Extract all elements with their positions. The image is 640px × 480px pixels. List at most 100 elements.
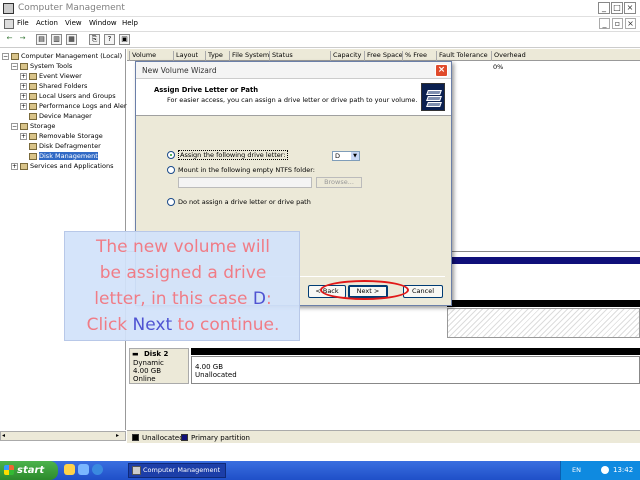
column-header-file-system[interactable]: File System — [229, 51, 269, 61]
child-close-button[interactable]: × — [625, 18, 636, 29]
callout-line-4: Click Next to continue. — [86, 315, 280, 335]
expand-icon[interactable]: + — [20, 92, 27, 100]
taskbar-task-computer-management[interactable]: Computer Management — [128, 463, 226, 478]
tree-item-system-tools[interactable]: − System Tools — [11, 62, 72, 71]
quicklaunch-folder-icon[interactable] — [64, 464, 75, 475]
dialog-close-button[interactable]: × — [435, 64, 448, 77]
tree-item-disk-defragmenter[interactable]: Disk Defragmenter — [20, 142, 101, 151]
minimize-button[interactable]: _ — [598, 2, 610, 14]
quicklaunch-desktop-icon[interactable] — [78, 464, 89, 475]
dialog-heading: Assign Drive Letter or Path — [154, 86, 259, 94]
column-header-free-space[interactable]: Free Space — [364, 51, 403, 61]
network-icon[interactable] — [601, 466, 609, 474]
tree-node-icon — [20, 122, 28, 130]
menu-window[interactable]: Window — [89, 19, 117, 27]
overhead-value: 0% — [493, 63, 504, 71]
tree-item-label: Shared Folders — [39, 82, 88, 90]
child-restore-button[interactable]: ▫ — [612, 18, 623, 29]
collapse-icon[interactable]: − — [2, 52, 9, 60]
forward-arrow-icon[interactable]: → — [17, 34, 28, 45]
tree-node-icon — [20, 62, 28, 70]
disk2-status: Online — [133, 375, 156, 383]
legend-bar: Unallocated Primary partition — [127, 430, 640, 443]
clock[interactable]: 13:42 — [613, 466, 633, 474]
tree-item-services-and-applications[interactable]: + Services and Applications — [11, 162, 113, 171]
cancel-button[interactable]: Cancel — [403, 285, 443, 298]
tree-item-label: Device Manager — [39, 112, 92, 120]
column-header-overhead[interactable]: Overhead — [491, 51, 526, 61]
disk2-unallocated-region[interactable]: 4.00 GB Unallocated — [191, 356, 640, 384]
window-titlebar: Computer Management _ □ × — [0, 0, 640, 17]
option-no-drive-letter[interactable]: Do not assign a drive letter or drive pa… — [167, 198, 311, 207]
tutorial-callout: The new volume will be assigned a drive … — [64, 231, 300, 341]
column-header-layout[interactable]: Layout — [173, 51, 198, 61]
quicklaunch-browser-icon[interactable] — [92, 464, 103, 475]
column-header--free[interactable]: % Free — [402, 51, 427, 61]
drive-letter-select[interactable]: D ▼ — [332, 151, 360, 161]
callout-line-3: letter, in this case D: — [94, 289, 272, 309]
app-menu-icon[interactable] — [4, 19, 14, 29]
radio-none-icon[interactable] — [167, 198, 175, 206]
tree-item-performance-logs-and-alerts[interactable]: + Performance Logs and Alerts — [20, 102, 132, 111]
ntfs-folder-path-input[interactable] — [178, 177, 312, 188]
callout-next: Next — [132, 315, 173, 335]
next-button-highlight-ellipse — [320, 280, 409, 300]
menu-action[interactable]: Action — [36, 19, 58, 27]
properties-icon[interactable]: ▦ — [66, 34, 77, 45]
option-mount-ntfs-folder[interactable]: Mount in the following empty NTFS folder… — [167, 166, 315, 175]
column-header-capacity[interactable]: Capacity — [330, 51, 361, 61]
expand-icon[interactable]: + — [20, 102, 27, 110]
column-header-status[interactable]: Status — [269, 51, 293, 61]
tree-item-event-viewer[interactable]: + Event Viewer — [20, 72, 82, 81]
collapse-icon[interactable]: − — [11, 62, 18, 70]
radio-mount-icon[interactable] — [167, 166, 175, 174]
column-header-volume[interactable]: Volume — [129, 51, 156, 61]
scroll-right-arrow-icon[interactable]: ▸ — [116, 433, 123, 440]
expand-icon[interactable]: + — [20, 72, 27, 80]
legend-unallocated: Unallocated — [142, 434, 184, 442]
collapse-icon[interactable]: − — [11, 122, 18, 130]
chevron-down-icon[interactable]: ▼ — [351, 152, 359, 160]
dialog-titlebar[interactable]: New Volume Wizard × — [136, 62, 451, 79]
menu-help[interactable]: Help — [122, 19, 138, 27]
help-icon[interactable]: ? — [104, 34, 115, 45]
tree-item-device-manager[interactable]: Device Manager — [20, 112, 92, 121]
column-header-fault-tolerance[interactable]: Fault Tolerance — [436, 51, 488, 61]
back-arrow-icon[interactable]: ← — [4, 34, 15, 45]
expand-icon[interactable]: + — [11, 162, 18, 170]
column-header-type[interactable]: Type — [205, 51, 223, 61]
tree-item-removable-storage[interactable]: + Removable Storage — [20, 132, 103, 141]
tree-item-shared-folders[interactable]: + Shared Folders — [20, 82, 87, 91]
disk2-label-panel[interactable]: ▬ Disk 2 Dynamic 4.00 GB Online — [129, 348, 189, 384]
expand-icon[interactable]: + — [20, 132, 27, 140]
expand-icon[interactable]: + — [20, 82, 27, 90]
show-tree-icon[interactable]: ▥ — [51, 34, 62, 45]
tree-item-local-users-and-groups[interactable]: + Local Users and Groups — [20, 92, 116, 101]
tree-node-icon — [29, 102, 37, 110]
tree-item-label: Disk Defragmenter — [39, 142, 101, 150]
tree-item-storage[interactable]: − Storage — [11, 122, 55, 131]
dialog-subheading: For easier access, you can assign a driv… — [167, 96, 418, 104]
child-minimize-button[interactable]: _ — [599, 18, 610, 29]
menu-view[interactable]: View — [65, 19, 82, 27]
console-icon[interactable]: ▣ — [119, 34, 130, 45]
menu-bar: File Action View Window Help _ ▫ × — [0, 17, 640, 31]
maximize-button[interactable]: □ — [611, 2, 623, 14]
option-assign-drive-letter[interactable]: Assign the following drive letter: — [167, 150, 288, 160]
export-icon[interactable]: ⎘ — [89, 34, 100, 45]
start-button[interactable]: start — [0, 461, 58, 480]
tree-item-disk-management[interactable]: Disk Management — [20, 152, 98, 161]
browse-button[interactable]: Browse... — [316, 177, 362, 188]
callout-line-2: be assigned a drive — [99, 263, 267, 283]
radio-assign-icon[interactable] — [167, 151, 175, 159]
up-folder-icon[interactable]: ▤ — [36, 34, 47, 45]
tree-node-icon — [20, 162, 28, 170]
scroll-left-arrow-icon[interactable]: ◂ — [2, 433, 9, 440]
selected-region-hatch[interactable] — [447, 308, 640, 338]
language-indicator[interactable]: EN — [572, 466, 581, 474]
tree-horizontal-scrollbar[interactable]: ◂ ▸ — [0, 431, 126, 441]
tree-item-computer-management-local-[interactable]: − Computer Management (Local) — [2, 52, 122, 61]
close-button[interactable]: × — [624, 2, 636, 14]
system-tray: EN 13:42 — [560, 461, 640, 480]
menu-file[interactable]: File — [17, 19, 29, 27]
